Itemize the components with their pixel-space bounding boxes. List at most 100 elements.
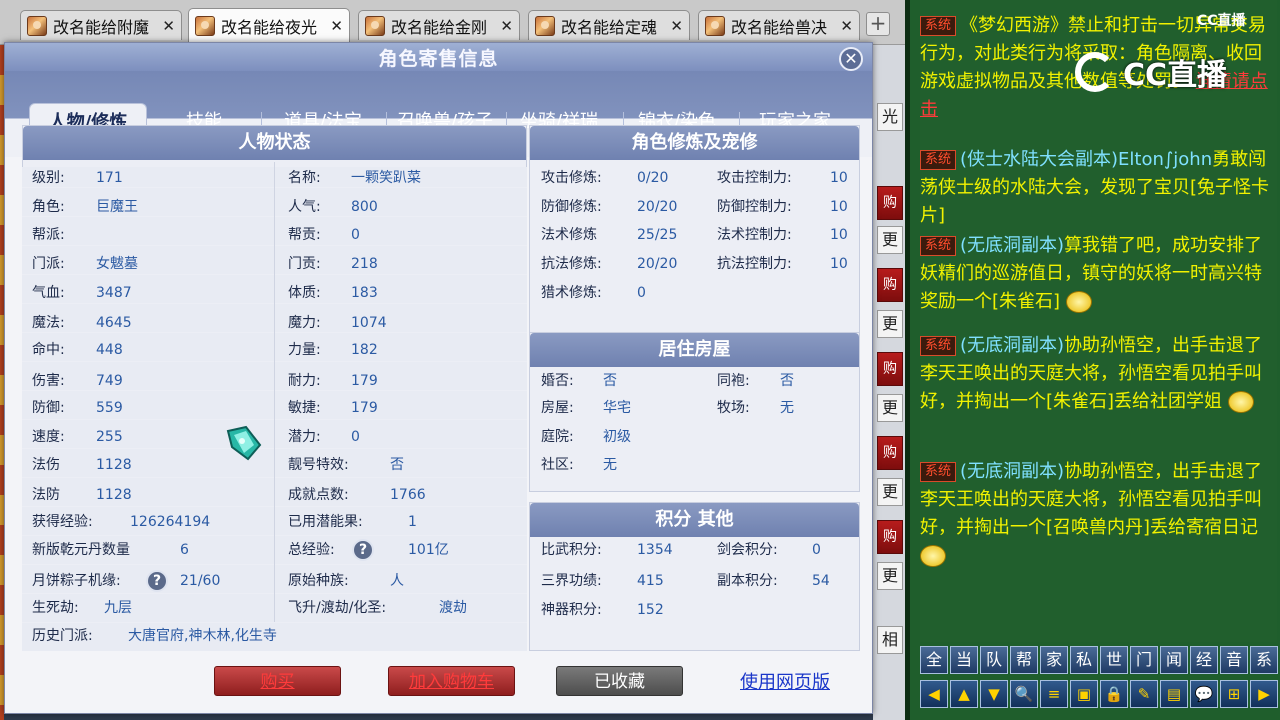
chat-source: (无底洞副本): [960, 235, 1065, 256]
side-buy-button[interactable]: 购: [877, 186, 903, 220]
stat-label: 敏捷:: [288, 400, 321, 416]
channel-private[interactable]: 私: [1070, 646, 1098, 674]
channel-guild[interactable]: 帮: [1010, 646, 1038, 674]
browser-tab-title: 改名能给定魂: [561, 17, 658, 37]
browser-tab-1[interactable]: 改名能给附魔 ✕: [20, 10, 182, 40]
house-value: 无: [780, 400, 794, 416]
tab-close-icon[interactable]: ✕: [500, 17, 513, 35]
system-tag: 系统: [920, 236, 957, 256]
channel-voice[interactable]: 音: [1220, 646, 1248, 674]
cc-logo-text: CC直播: [1123, 58, 1228, 93]
stat-label: 已用潜能果:: [288, 514, 363, 530]
side-more-button[interactable]: 更: [877, 394, 903, 422]
chat-tool-bar: ◀ ▲ ▼ 🔍 ≡ ▣ 🔒 ✎ ▤ 💬 ⊞ ▶: [920, 680, 1280, 710]
points-label: 剑会积分:: [717, 542, 778, 558]
window-icon[interactable]: ▣: [1070, 680, 1098, 708]
browser-tab-5[interactable]: 改名能给兽决 ✕: [698, 10, 860, 40]
lock-icon[interactable]: 🔒: [1100, 680, 1128, 708]
stat-label: 人气:: [288, 199, 321, 215]
tab-close-icon[interactable]: ✕: [840, 17, 853, 35]
channel-world[interactable]: 世: [1100, 646, 1128, 674]
channel-all[interactable]: 全: [920, 646, 948, 674]
side-compare-button[interactable]: 相: [877, 626, 903, 654]
stat-value: 6: [180, 542, 189, 558]
stat-value: 大唐官府,神木林,化生寺: [128, 628, 277, 644]
house-label: 同袍:: [717, 373, 750, 389]
channel-team[interactable]: 队: [980, 646, 1008, 674]
channel-system[interactable]: 系: [1250, 646, 1278, 674]
help-icon[interactable]: ?: [352, 539, 374, 561]
chat-bubble-icon[interactable]: 💬: [1190, 680, 1218, 708]
chat-message: 系统 (无底洞副本)算我错了吧，成功安排了妖精们的巡游值日，镇守的妖将一时高兴特奖…: [920, 232, 1270, 316]
stat-value: 101亿: [408, 542, 449, 558]
use-web-version-link[interactable]: 使用网页版: [740, 668, 830, 694]
side-more-button[interactable]: 更: [877, 562, 903, 590]
favorited-button[interactable]: 已收藏: [556, 666, 683, 696]
tab-close-icon[interactable]: ✕: [670, 17, 683, 35]
stat-value: 179: [351, 373, 378, 389]
browser-tab-2[interactable]: 改名能给夜光 ✕: [188, 8, 350, 43]
channel-news[interactable]: 闻: [1160, 646, 1188, 674]
new-tab-button[interactable]: +: [866, 12, 890, 36]
side-buy-button[interactable]: 购: [877, 436, 903, 470]
channel-sect[interactable]: 门: [1130, 646, 1158, 674]
stat-label: 法防: [32, 487, 60, 503]
brush-icon[interactable]: ✎: [1130, 680, 1158, 708]
side-more-button[interactable]: 更: [877, 226, 903, 254]
add-to-cart-button[interactable]: 加入购物车: [388, 666, 515, 696]
side-more-button[interactable]: 更: [877, 478, 903, 506]
channel-family[interactable]: 家: [1040, 646, 1068, 674]
browser-tab-title: 改名能给金刚: [391, 17, 488, 37]
browser-tab-strip: 改名能给附魔 ✕ 改名能给夜光 ✕ 改名能给金刚 ✕ 改名能给定魂 ✕ 改名能给…: [0, 0, 905, 45]
close-icon[interactable]: ✕: [839, 47, 863, 71]
stat-value: 1128: [96, 487, 132, 503]
cultivation-label: 抗法修炼:: [541, 256, 602, 272]
chat-source: (侠士水陆大会副本)Elton∫john: [960, 149, 1213, 170]
forward-arrow-icon[interactable]: ▶: [1250, 680, 1278, 708]
buy-button[interactable]: 购买: [214, 666, 341, 696]
channel-trade[interactable]: 经: [1190, 646, 1218, 674]
control-value: 10: [830, 199, 848, 215]
stat-value: 1766: [390, 487, 426, 503]
side-buy-button[interactable]: 购: [877, 520, 903, 554]
search-icon[interactable]: 🔍: [1010, 680, 1038, 708]
browser-tab-4[interactable]: 改名能给定魂 ✕: [528, 10, 690, 40]
points-value: 54: [812, 573, 830, 589]
side-button[interactable]: 光: [877, 103, 903, 131]
house-label: 房屋:: [541, 400, 574, 416]
stat-label: 力量:: [288, 342, 321, 358]
control-value: 10: [830, 170, 848, 186]
control-label: 抗法控制力:: [717, 256, 792, 272]
house-value: 否: [603, 373, 617, 389]
panel-icon[interactable]: ▤: [1160, 680, 1188, 708]
control-label: 法术控制力:: [717, 227, 792, 243]
stat-label: 防御:: [32, 400, 65, 416]
tab-close-icon[interactable]: ✕: [330, 17, 343, 35]
help-icon[interactable]: ?: [146, 570, 168, 592]
back-arrow-icon[interactable]: ◀: [920, 680, 948, 708]
tab-close-icon[interactable]: ✕: [162, 17, 175, 35]
stat-label: 速度:: [32, 429, 65, 445]
side-buy-button[interactable]: 购: [877, 268, 903, 302]
grid-icon[interactable]: ⊞: [1220, 680, 1248, 708]
side-buy-button[interactable]: 购: [877, 352, 903, 386]
emoji-icon: [920, 545, 946, 567]
stat-label: 法伤: [32, 457, 60, 473]
cultivation-value: 25/25: [637, 227, 678, 243]
list-icon[interactable]: ≡: [1040, 680, 1068, 708]
panel-title: 角色修炼及宠修: [530, 126, 859, 160]
stat-label: 气血:: [32, 285, 65, 301]
stat-value: 0: [351, 429, 360, 445]
channel-current[interactable]: 当: [950, 646, 978, 674]
stat-label: 原始种族:: [288, 573, 349, 589]
stat-value: 巨魔王: [96, 199, 138, 215]
browser-tab-3[interactable]: 改名能给金刚 ✕: [358, 10, 520, 40]
stat-value: 3487: [96, 285, 132, 301]
scroll-up-icon[interactable]: ▲: [950, 680, 978, 708]
points-label: 三界功绩:: [541, 573, 602, 589]
browser-tab-title: 改名能给附魔: [53, 17, 150, 37]
control-value: 10: [830, 227, 848, 243]
side-more-button[interactable]: 更: [877, 310, 903, 338]
stat-label: 帮派:: [32, 227, 65, 243]
scroll-down-icon[interactable]: ▼: [980, 680, 1008, 708]
